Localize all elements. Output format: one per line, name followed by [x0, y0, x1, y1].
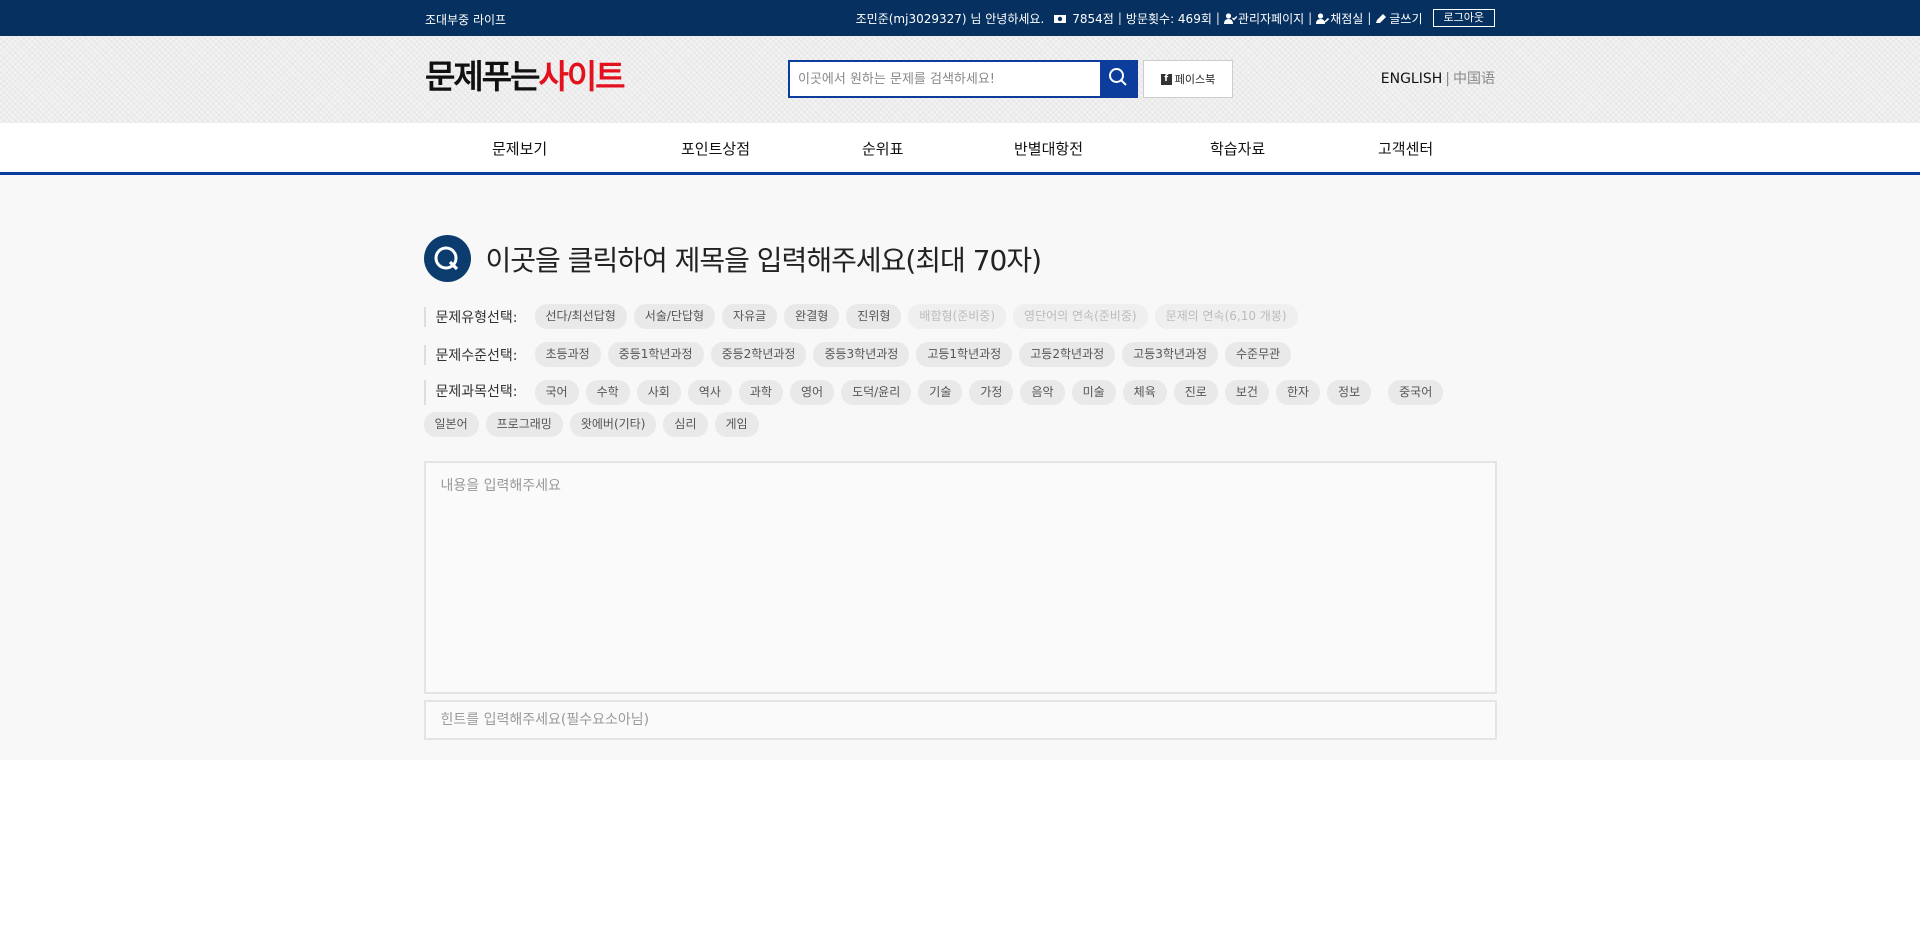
main-content: 이곳을 클릭하여 제목을 입력해주세요(최대 70자) 문제유형선택: 선다/최… — [0, 175, 1920, 760]
chip-subject[interactable]: 심리 — [663, 412, 708, 437]
chip-type-disabled: 배합형(준비중) — [908, 304, 1007, 329]
chip-level[interactable]: 중등1학년과정 — [607, 342, 704, 367]
subject-chips: 문제과목선택: 국어 수학 사회 역사 과학 영어 도덕/윤리 기술 가정 음악… — [423, 380, 1497, 437]
subject-row: 문제과목선택: 국어 수학 사회 역사 과학 영어 도덕/윤리 기술 가정 음악… — [423, 380, 1497, 437]
chip-subject[interactable]: 사회 — [636, 380, 681, 405]
nav-item-problems[interactable]: 문제보기 — [492, 138, 547, 159]
hint-input[interactable] — [425, 702, 1495, 738]
write-link[interactable]: 글쓰기 — [1375, 10, 1423, 27]
nav-item-class-battle[interactable]: 반별대항전 — [1014, 138, 1083, 159]
nav-item-point-shop[interactable]: 포인트상점 — [681, 138, 750, 159]
level-row: 문제수준선택: 초등과정 중등1학년과정 중등2학년과정 중등3학년과정 고등1… — [423, 342, 1299, 367]
chip-level[interactable]: 초등과정 — [534, 342, 601, 367]
chip-subject[interactable]: 보건 — [1224, 380, 1269, 405]
facebook-icon: f — [1160, 73, 1172, 85]
content-box — [423, 461, 1497, 694]
chip-subject[interactable]: 왓에버(기타) — [569, 412, 657, 437]
level-label: 문제수준선택: — [423, 344, 527, 365]
search-icon — [1108, 67, 1128, 91]
separator: | — [1215, 11, 1220, 25]
chip-type-disabled: 영단어의 연속(준비중) — [1013, 304, 1148, 329]
chip-level[interactable]: 중등3학년과정 — [813, 342, 910, 367]
user-edit-icon — [1316, 12, 1330, 24]
chip-subject[interactable]: 게임 — [714, 412, 759, 437]
language-switch: ENGLISH | 中国语 — [1381, 68, 1495, 88]
logo-red-text: 사이트 — [538, 57, 625, 96]
subject-label: 문제과목선택: — [423, 380, 527, 405]
chip-level[interactable]: 고등3학년과정 — [1122, 342, 1219, 367]
nav-item-ranking[interactable]: 순위표 — [862, 138, 903, 159]
user-info: 조민준(mj3029327) 님 안녕하세요. 7854점 | 방문횟수: 46… — [856, 9, 1495, 27]
chip-subject[interactable]: 중국어 — [1388, 380, 1444, 405]
chip-subject[interactable]: 진로 — [1173, 380, 1218, 405]
visits-text: 방문횟수: 469회 — [1125, 11, 1212, 26]
chip-level[interactable]: 수준무관 — [1225, 342, 1292, 367]
grading-label: 채점실 — [1330, 11, 1364, 26]
search-button[interactable] — [1100, 62, 1136, 96]
search-box — [788, 60, 1138, 98]
lang-chinese[interactable]: 中国语 — [1453, 71, 1495, 87]
chip-subject[interactable]: 도덕/윤리 — [841, 380, 912, 405]
chip-type[interactable]: 선다/최선답형 — [534, 304, 627, 329]
type-row: 문제유형선택: 선다/최선답형 서술/단답형 자유글 완결형 진위형 배합형(준… — [423, 304, 1305, 329]
school-name[interactable]: 조대부중 라이프 — [425, 11, 506, 28]
level-chips: 초등과정 중등1학년과정 중등2학년과정 중등3학년과정 고등1학년과정 고등2… — [534, 342, 1299, 367]
hint-box — [423, 700, 1497, 740]
chip-subject[interactable]: 가정 — [969, 380, 1014, 405]
pen-icon — [1375, 13, 1387, 23]
chip-subject[interactable]: 국어 — [534, 380, 579, 405]
chip-level[interactable]: 중등2학년과정 — [710, 342, 807, 367]
facebook-button[interactable]: f 페이스북 — [1143, 60, 1233, 98]
chip-subject[interactable]: 정보 — [1327, 380, 1372, 405]
type-chips: 선다/최선답형 서술/단답형 자유글 완결형 진위형 배합형(준비중) 영단어의… — [534, 304, 1305, 329]
admin-link[interactable]: 관리자페이지 — [1223, 10, 1305, 27]
chip-subject[interactable]: 미술 — [1071, 380, 1116, 405]
chip-subject[interactable]: 수학 — [585, 380, 630, 405]
chip-level[interactable]: 고등2학년과정 — [1019, 342, 1116, 367]
chip-type[interactable]: 자유글 — [722, 304, 778, 329]
money-icon — [1054, 13, 1067, 23]
content-textarea[interactable] — [425, 463, 1495, 692]
chip-subject[interactable]: 역사 — [687, 380, 732, 405]
lang-english[interactable]: ENGLISH — [1381, 71, 1443, 87]
nav-item-customer-center[interactable]: 고객센터 — [1378, 138, 1433, 159]
write-label: 글쓰기 — [1389, 11, 1423, 26]
chip-subject[interactable]: 과학 — [738, 380, 783, 405]
chip-type[interactable]: 진위형 — [846, 304, 902, 329]
separator: | — [1117, 11, 1122, 25]
chip-subject[interactable]: 프로그래밍 — [485, 412, 563, 437]
nav-item-study-materials[interactable]: 학습자료 — [1210, 138, 1265, 159]
chip-subject[interactable]: 영어 — [789, 380, 835, 405]
main-nav: 문제보기 포인트상점 순위표 반별대항전 학습자료 고객센터 — [0, 123, 1920, 175]
chip-subject[interactable]: 음악 — [1020, 380, 1065, 405]
chip-subject[interactable]: 기술 — [918, 380, 963, 405]
chip-level[interactable]: 고등1학년과정 — [916, 342, 1013, 367]
logo-black-text: 문제푸는 — [425, 57, 540, 96]
header: 문제푸는사이트 f 페이스북 ENGLISH|中国语 — [0, 36, 1920, 123]
chip-subject[interactable]: 일본어 — [423, 412, 479, 437]
admin-label: 관리자페이지 — [1237, 11, 1305, 26]
chip-subject[interactable]: 체육 — [1122, 380, 1167, 405]
chip-type-disabled: 문제의 연속(6,10 개봉) — [1154, 304, 1298, 329]
grading-link[interactable]: 채점실 — [1316, 10, 1363, 27]
lang-separator: | — [1445, 71, 1450, 87]
logout-button[interactable]: 로그아웃 — [1432, 9, 1495, 27]
points-text: 7854점 — [1072, 11, 1114, 26]
greeting-text: 조민준(mj3029327) 님 안녕하세요. — [855, 11, 1045, 26]
title-row: 이곳을 클릭하여 제목을 입력해주세요(최대 70자) — [423, 235, 1043, 282]
facebook-label: 페이스북 — [1174, 73, 1216, 86]
separator: | — [1308, 11, 1313, 25]
search-input[interactable] — [790, 62, 1100, 96]
top-bar: 조대부중 라이프 조민준(mj3029327) 님 안녕하세요. 7854점 |… — [0, 0, 1920, 36]
chip-subject[interactable]: 한자 — [1275, 380, 1321, 405]
q-badge-icon — [423, 235, 471, 282]
type-label: 문제유형선택: — [423, 306, 527, 327]
title-input[interactable]: 이곳을 클릭하여 제목을 입력해주세요(최대 70자) — [486, 239, 1043, 279]
separator: | — [1367, 11, 1372, 25]
chip-type[interactable]: 서술/단답형 — [633, 304, 716, 329]
site-logo[interactable]: 문제푸는사이트 — [425, 57, 626, 96]
user-check-icon — [1223, 12, 1238, 24]
chip-type[interactable]: 완결형 — [784, 304, 840, 329]
